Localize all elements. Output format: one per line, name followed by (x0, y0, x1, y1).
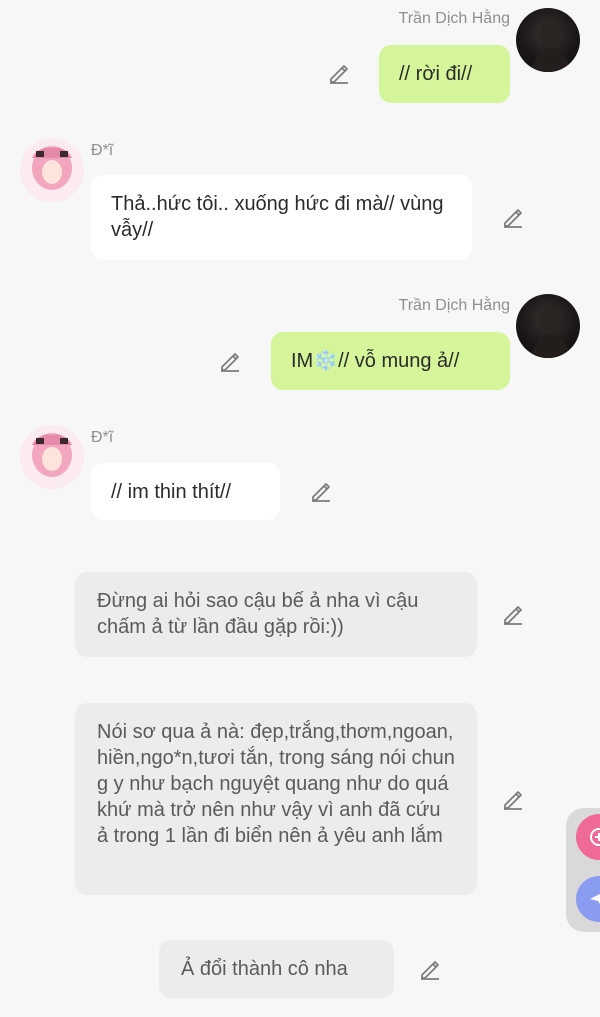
edit-message-button[interactable] (418, 957, 442, 981)
plus-circle-icon (590, 828, 600, 846)
edit-message-button[interactable] (309, 479, 333, 503)
pencil-icon (312, 483, 330, 502)
message-bubble-me[interactable]: // rời đi// (379, 45, 510, 103)
message-text-prefix: IM (291, 350, 314, 372)
edit-message-button[interactable] (501, 205, 525, 229)
edit-message-button[interactable] (501, 602, 525, 626)
avatar-other[interactable] (20, 425, 84, 489)
message-text: // rời đi// (399, 63, 473, 85)
send-icon (590, 894, 600, 904)
message-text: Thả..hức tôi.. xuống hức đi mà// vùng vẫ… (111, 193, 444, 241)
avatar-my[interactable] (516, 294, 580, 358)
narration-text: Đừng ai hỏi sao cậu bế ả nha vì cậu chấm… (97, 590, 419, 638)
edit-message-button[interactable] (501, 787, 525, 811)
narration-text: Nói sơ qua ả nà: đẹp,trắng,thơm,ngoan,hi… (97, 721, 455, 847)
pencil-icon (504, 209, 522, 228)
sender-name: Trần Dịch Hằng (398, 297, 510, 314)
fab-add-button[interactable] (576, 814, 600, 860)
sender-name: Đ*ĩ (91, 142, 114, 159)
pencil-icon (504, 606, 522, 625)
narration-bubble[interactable]: Đừng ai hỏi sao cậu bế ả nha vì cậu chấm… (75, 572, 477, 657)
sender-name: Đ*ĩ (91, 429, 114, 446)
message-bubble-me[interactable]: IM❄️// vỗ mung ả// (271, 332, 510, 390)
narration-bubble[interactable]: Ả đổi thành cô nha (159, 940, 394, 998)
narration-bubble[interactable]: Nói sơ qua ả nà: đẹp,trắng,thơm,ngoan,hi… (75, 703, 477, 895)
edit-message-button[interactable] (218, 349, 242, 373)
avatar-other[interactable] (20, 138, 84, 202)
narration-text: Ả đổi thành cô nha (181, 958, 348, 980)
snowflake-emoji: ❄️ (313, 350, 339, 372)
message-bubble-other[interactable]: // im thin thít// (91, 463, 280, 520)
message-bubble-other[interactable]: Thả..hức tôi.. xuống hức đi mà// vùng vẫ… (91, 175, 472, 260)
message-text: // vỗ mung ả// (338, 350, 460, 372)
pencil-icon (421, 961, 439, 980)
avatar-my[interactable] (516, 8, 580, 72)
fab-send-button[interactable] (576, 876, 600, 922)
pencil-icon (330, 65, 348, 84)
pencil-icon (221, 353, 239, 372)
edit-message-button[interactable] (327, 61, 351, 85)
sender-name: Trần Dịch Hằng (398, 10, 510, 27)
pencil-icon (504, 791, 522, 810)
message-text: // im thin thít// (111, 481, 232, 503)
